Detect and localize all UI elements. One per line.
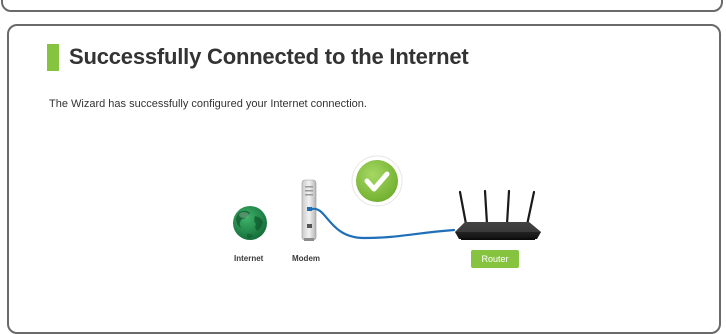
globe-icon [233, 206, 267, 240]
router-label: Router [481, 254, 508, 264]
ethernet-cable [310, 207, 456, 240]
top-panel-edge [0, 0, 726, 16]
modem-label: Modem [292, 254, 320, 263]
internet-label: Internet [234, 254, 264, 263]
modem-icon [301, 179, 317, 241]
connection-diagram: Internet Modem Router [233, 155, 541, 268]
top-panel-border [1, 0, 723, 12]
check-icon [351, 155, 403, 207]
content-panel: Successfully Connected to the Internet T… [7, 24, 721, 334]
router-label-badge: Router [471, 250, 519, 268]
router-icon [455, 189, 541, 240]
